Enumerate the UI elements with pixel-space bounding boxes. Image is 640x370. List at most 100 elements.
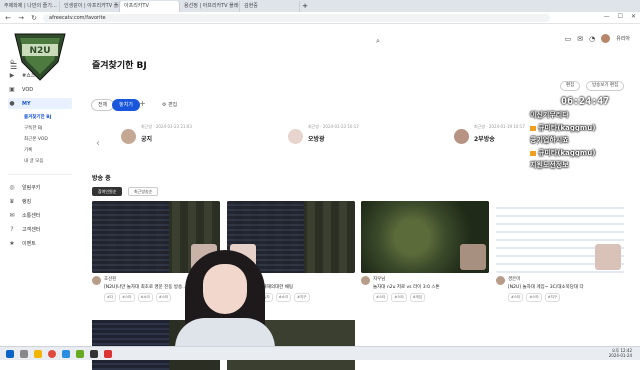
sidebar-sub-my-posts[interactable]: 내 글 모음 — [24, 158, 43, 164]
stream-thumbnail[interactable] — [361, 201, 489, 273]
sidebar-sub-subscribed[interactable]: 구독한 BJ — [24, 125, 42, 131]
search-icon[interactable]: ⌕ — [376, 37, 380, 46]
browser-tab[interactable]: 김현중 — [240, 1, 300, 12]
os-taskbar: 오후 12:42 2024-01-24 — [0, 346, 640, 360]
sidebar-item-shorts[interactable]: ▶ #쇼츠 — [8, 70, 72, 81]
sort-viewers-button[interactable]: 참여인원순 — [92, 187, 123, 196]
stream-bj-name[interactable]: 경은미 — [508, 276, 520, 282]
chat-badge-icon — [530, 150, 536, 156]
stream-bj-name[interactable]: 호선된 — [104, 276, 116, 282]
sidebar-item-label: 홈 — [22, 59, 27, 65]
filter-all[interactable]: 전체 — [91, 99, 115, 111]
fav-bj-name: 궁지 — [141, 136, 153, 143]
avatar — [288, 129, 303, 144]
stream-tags: #다 #스타 #소크 #스타 — [104, 293, 172, 302]
fav-last-broadcast: 최근방 · 2024-01-23 21:03 — [141, 124, 192, 129]
favorite-bj-card[interactable]: 최근방 · 2024-01-23 21:03 궁지 — [121, 124, 281, 154]
sidebar-sub-favorites[interactable]: 즐겨찾기한 BJ — [24, 114, 51, 120]
stream-tag[interactable]: #스타 — [508, 293, 524, 302]
message-icon[interactable]: ✉ — [577, 35, 583, 43]
sort-recent-button[interactable]: 최근방송순 — [128, 187, 159, 196]
sidebar: N2U ☰ ⌂ 홈 ▶ #쇼츠 ▣ VOD ● MY 즐겨찾기한 BJ 구독한 … — [0, 24, 76, 346]
sidebar-item-cookie[interactable]: ◎ 알림쿠키 — [8, 182, 72, 193]
carousel-prev-icon[interactable]: ‹ — [96, 138, 100, 149]
edge-icon[interactable] — [62, 349, 70, 358]
edit-button[interactable]: 편집 — [560, 81, 581, 91]
app-icon[interactable] — [90, 349, 98, 358]
address-bar-row: ← → ↻ afreecatv.com/favorite — [0, 12, 640, 24]
avatar — [121, 129, 136, 144]
search-icon[interactable] — [20, 349, 28, 358]
shorts-icon: ▶ — [9, 72, 15, 79]
broadcast-icon[interactable]: ▭ — [565, 35, 572, 43]
sidebar-item-event[interactable]: ★ 이벤트 — [8, 238, 72, 249]
stream-tag[interactable]: #스타 — [119, 293, 135, 302]
sidebar-item-label: #쇼츠 — [22, 73, 36, 79]
filter-edit-button[interactable]: ⚙ 편집 — [162, 101, 177, 108]
reload-icon[interactable]: ↻ — [30, 14, 38, 22]
explorer-icon[interactable] — [34, 349, 42, 358]
minimize-icon[interactable]: — — [604, 13, 610, 20]
sidebar-sub-history[interactable]: 기록 — [24, 147, 32, 153]
browser-tab-active[interactable]: 아프리카TV — [120, 1, 180, 12]
sidebar-item-ranking[interactable]: ♛ 랭킹 — [8, 196, 72, 207]
avatar[interactable] — [496, 276, 505, 285]
chrome-icon[interactable] — [48, 349, 56, 358]
stream-title[interactable]: [N2U] 놀자대 게임~ 3C/대소북당대 다 — [508, 284, 624, 290]
browser-tab[interactable]: 주제와제 | 나만의 즐기… — [0, 1, 60, 12]
chat-badge-icon — [530, 125, 536, 131]
browser-tab[interactable]: 인생같이 | 아프리카TV 플레이어 — [60, 1, 120, 12]
close-icon[interactable]: ✕ — [631, 13, 636, 20]
browser-tab[interactable]: 용선정 | 아프리카TV 플레이어 — [180, 1, 240, 12]
stream-tag[interactable]: #소크 — [137, 293, 153, 302]
new-tab-icon[interactable]: + — [300, 1, 310, 12]
stream-bj-name[interactable]: 지우님 — [373, 276, 385, 282]
stream-tag[interactable]: #스타 — [373, 293, 389, 302]
sidebar-item-label: 랭킹 — [22, 199, 32, 205]
sidebar-item-label: 이벤트 — [22, 241, 36, 247]
fav-bj-name: 2부방송 — [474, 136, 495, 143]
sidebar-item-support[interactable]: ? 고객센터 — [8, 224, 72, 235]
avatar[interactable] — [601, 34, 611, 43]
sidebar-item-community[interactable]: ✉ 소통센터 — [8, 210, 72, 221]
back-icon[interactable]: ← — [4, 14, 12, 22]
app-icon[interactable] — [104, 349, 112, 358]
webcam-body — [175, 318, 275, 346]
taskbar-clock[interactable]: 오후 12:42 2024-01-24 — [609, 348, 632, 358]
ranking-icon: ♛ — [9, 198, 15, 205]
stream-thumbnail[interactable] — [496, 201, 624, 273]
filter-live[interactable]: 놓치기 — [112, 99, 140, 111]
window-controls: — ☐ ✕ — [604, 13, 636, 20]
avatar[interactable] — [361, 276, 370, 285]
stream-tag[interactable]: #게임 — [409, 293, 426, 302]
overlay-clock: 06:24:47 — [561, 96, 610, 107]
add-filter-icon[interactable]: + — [139, 99, 146, 108]
forward-icon[interactable]: → — [17, 14, 25, 22]
stream-tags: #스타 #스타 #지구 — [508, 293, 561, 302]
sidebar-item-my[interactable]: ● MY — [8, 98, 72, 109]
thumbnail-panel — [92, 201, 169, 273]
stream-title[interactable]: 놀자대 n2u 저로 vs 라이 3:0 스톤 — [373, 284, 489, 290]
url-input[interactable]: afreecatv.com/favorite — [43, 13, 550, 22]
sidebar-item-vod[interactable]: ▣ VOD — [8, 84, 72, 95]
app-icon[interactable] — [76, 349, 84, 358]
sidebar-sub-recent-vod[interactable]: 최근본 VOD — [24, 136, 48, 142]
stream-tag[interactable]: #지구 — [544, 293, 561, 302]
username[interactable]: 유리아 — [616, 35, 630, 42]
stream-tag[interactable]: #다 — [104, 293, 117, 302]
vod-icon: ▣ — [9, 86, 15, 93]
sidebar-item-home[interactable]: ⌂ 홈 — [8, 56, 72, 67]
maximize-icon[interactable]: ☐ — [618, 13, 623, 20]
broadcast-edit-button[interactable]: 방송보기 편집 — [586, 81, 625, 91]
svg-text:N2U: N2U — [29, 46, 50, 56]
favorite-bj-card[interactable]: 최근방 · 2024-01-23 10:17 오방광 — [288, 124, 448, 154]
stream-tag[interactable]: #스타 — [526, 293, 542, 302]
thumbnail-panel — [92, 320, 169, 370]
start-icon[interactable] — [6, 349, 14, 358]
sidebar-item-label: VOD — [22, 86, 34, 93]
stream-tag[interactable]: #지구 — [294, 293, 310, 302]
avatar[interactable] — [92, 276, 101, 285]
stream-tag[interactable]: #스타 — [391, 293, 407, 302]
support-icon: ? — [10, 226, 14, 233]
notification-icon[interactable]: ◔ — [589, 35, 595, 43]
